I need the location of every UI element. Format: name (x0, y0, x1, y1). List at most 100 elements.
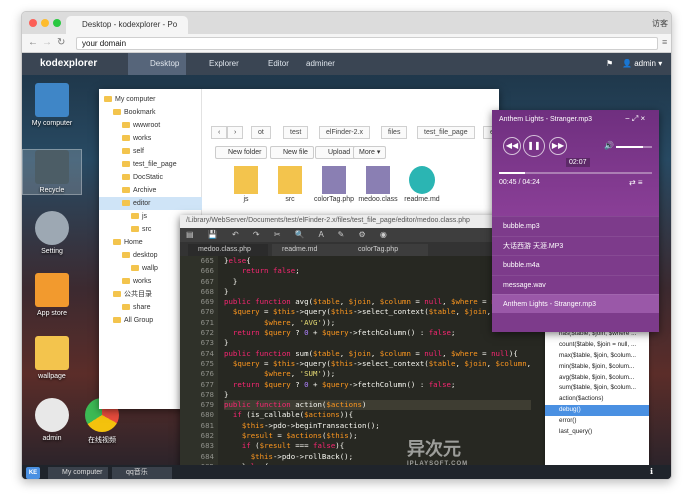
tree-item-label: Archive (133, 187, 157, 194)
outline-item[interactable]: action($actions) (545, 394, 649, 405)
outline-item[interactable]: avg($table, $join, $colum... (545, 373, 649, 384)
time-tooltip: 02:07 (566, 158, 590, 167)
desktop-icon-my-computer[interactable]: My computer (22, 83, 82, 127)
start-button[interactable]: KE (26, 467, 40, 479)
tree-item[interactable]: test_file_page (99, 158, 177, 171)
browser-tab-bar: Desktop - kodexplorer - Po 访客 (22, 12, 671, 34)
taskbar-item-my-computer[interactable]: My computer (48, 467, 108, 479)
nav-desktop[interactable]: Desktop (128, 53, 186, 75)
maximize-window-button[interactable] (53, 19, 61, 27)
tree-item[interactable]: works (99, 132, 151, 145)
tree-item[interactable]: Home (99, 236, 143, 249)
volume-slider[interactable] (616, 146, 652, 148)
forward-icon[interactable]: → (42, 37, 52, 48)
tree-item[interactable]: wallp (99, 262, 158, 275)
tree-item[interactable]: share (99, 301, 151, 314)
editor-tab[interactable]: colorTag.php (348, 244, 428, 256)
playlist-item[interactable]: 大话西游 天涯.MP3 (492, 235, 659, 255)
tree-item[interactable]: editor (99, 197, 202, 210)
file-item[interactable]: colorTag.php (312, 166, 356, 203)
folder-icon (122, 252, 130, 259)
playlist-item[interactable]: bubble.m4a (492, 255, 659, 274)
tree-item[interactable]: Archive (99, 184, 156, 197)
line-number: 681 (200, 420, 214, 430)
more-button[interactable]: More ▾ (353, 146, 387, 159)
address-input[interactable]: your domain (76, 37, 658, 50)
progress-bar[interactable] (499, 172, 652, 174)
editor-tab[interactable]: readme.md (272, 244, 352, 256)
php-file-icon (322, 166, 346, 194)
file-item[interactable]: readme.md (400, 166, 444, 203)
nav-explorer[interactable]: Explorer (187, 53, 245, 75)
file-item[interactable]: js (224, 166, 268, 203)
reload-icon[interactable]: ↻ (57, 37, 65, 48)
next-button[interactable]: ▶▶ (549, 137, 567, 155)
desktop-icon-setting[interactable]: Setting (22, 211, 82, 255)
desktop-icon-label: Setting (41, 248, 63, 255)
taskbar-item-qq-music[interactable]: qq音乐 (112, 467, 172, 479)
tree-item[interactable]: src (99, 223, 151, 236)
editor-tab[interactable]: medoo.class.php (188, 244, 268, 256)
new-file-button[interactable]: New file (270, 146, 314, 159)
outline-item[interactable]: sum($table, $join, $colum... (545, 383, 649, 394)
minimize-window-button[interactable] (41, 19, 49, 27)
pause-button[interactable]: ❚❚ (523, 135, 545, 157)
tree-item[interactable]: js (99, 210, 147, 223)
tree-item[interactable]: DocStatic (99, 171, 163, 184)
breadcrumb-item[interactable]: files (381, 126, 408, 139)
outline-item[interactable]: max($table, $join, $colum... (545, 351, 649, 362)
file-item[interactable]: medoo.class (356, 166, 400, 203)
desktop-icon-wallpage[interactable]: wallpage (22, 336, 82, 380)
outline-item[interactable]: count($table, $join = null, ... (545, 340, 649, 351)
playlist-item[interactable]: message.wav (492, 274, 659, 294)
breadcrumb-item[interactable]: ot (251, 126, 271, 139)
breadcrumb-item[interactable]: test_file_page (417, 126, 475, 139)
info-icon[interactable]: ℹ (650, 467, 653, 476)
computer-icon (35, 83, 69, 117)
nav-adminer[interactable]: adminer (298, 53, 348, 75)
folder-icon (122, 304, 130, 311)
kodexplorer-desktop: kodexplorer Desktop Explorer Editor admi… (22, 53, 671, 479)
folder-icon (104, 96, 112, 103)
menu-icon[interactable]: ≡ (662, 37, 667, 47)
playlist-item[interactable]: Anthem Lights - Stranger.mp3 (492, 294, 659, 313)
back-button[interactable]: ‹ (211, 126, 228, 139)
forward-button[interactable]: › (227, 126, 244, 139)
file-item[interactable]: src (268, 166, 312, 203)
tree-item[interactable]: 公共目录 (99, 288, 152, 301)
tree-item[interactable]: desktop (99, 249, 158, 262)
window-controls[interactable]: − ⤢ × (625, 114, 645, 124)
playlist-icons[interactable]: ⇄ ≡ (629, 178, 643, 187)
flag-icon[interactable]: ⚑ (606, 59, 613, 68)
line-number: 682 (200, 431, 214, 441)
back-icon[interactable]: ← (28, 37, 38, 48)
desktop-icon-app-store[interactable]: App store (22, 273, 82, 317)
nav-editor[interactable]: Editor (246, 53, 304, 75)
tree-item[interactable]: self (99, 145, 144, 158)
close-window-button[interactable] (29, 19, 37, 27)
outline-item[interactable]: error() (545, 416, 649, 427)
upload-button[interactable]: Upload (315, 146, 357, 159)
line-number: 665 (200, 256, 214, 265)
browser-tab[interactable]: Desktop - kodexplorer - Po (66, 16, 188, 34)
php-file-icon (366, 166, 390, 194)
previous-button[interactable]: ◀◀ (503, 137, 521, 155)
user-menu[interactable]: 👤 admin ▾ (622, 59, 662, 68)
tree-item[interactable]: My computer (99, 93, 155, 106)
breadcrumb-item[interactable]: test (283, 126, 309, 139)
tree-item[interactable]: Bookmark (99, 106, 156, 119)
editor-toolbar-icons[interactable]: ▤ 💾 ↶ ↷ ✂ 🔍 A ✎ ⚙ ◉ (186, 230, 393, 239)
outline-item[interactable]: debug() (545, 405, 649, 416)
playlist-item[interactable]: bubble.mp3 (492, 216, 659, 235)
outline-item[interactable]: min($table, $join, $colum... (545, 362, 649, 373)
new-folder-button[interactable]: New folder (215, 146, 268, 159)
outline-item[interactable]: last_query() (545, 427, 649, 438)
tree-item[interactable]: wwwroot (99, 119, 160, 132)
tree-item[interactable]: All Group (99, 314, 153, 327)
file-label: readme.md (404, 196, 440, 203)
tree-item[interactable]: works (99, 275, 151, 288)
tree-item-label: test_file_page (133, 161, 177, 168)
desktop-icon-recycle[interactable]: Recycle (22, 149, 82, 195)
code-lines: }else{ return false; }} public function a… (224, 256, 532, 479)
breadcrumb-item[interactable]: elFinder-2.x (319, 126, 370, 139)
